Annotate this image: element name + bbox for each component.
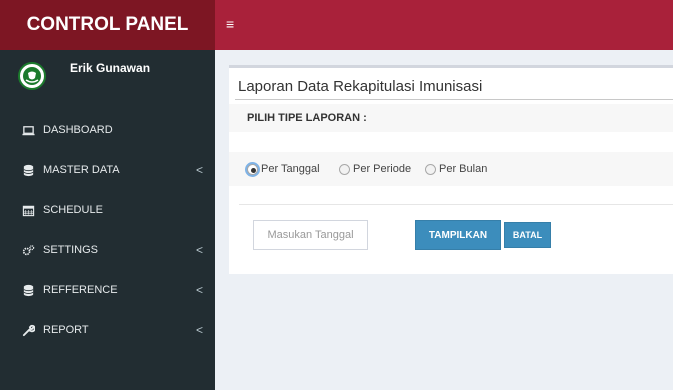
sidebar-item-settings[interactable]: SETTINGS < [0, 230, 215, 270]
chevron-left-icon: < [196, 323, 204, 337]
sidebar-item-schedule[interactable]: SCHEDULE [0, 190, 215, 230]
top-navbar: ≡ [215, 0, 673, 50]
radio-button[interactable] [247, 163, 258, 175]
tampilkan-button[interactable]: TAMPILKAN [415, 220, 501, 250]
sidebar-item-report[interactable]: REPORT < [0, 310, 215, 350]
hamburger-icon[interactable]: ≡ [226, 17, 234, 31]
batal-button[interactable]: BATAL [504, 222, 551, 248]
sidebar-item-label: SETTINGS [43, 244, 99, 256]
radio-button[interactable] [339, 163, 350, 175]
sidebar: Erik Gunawan DASHBOARD MASTER DATA < SCH… [0, 50, 215, 390]
brand-logo[interactable]: CONTROL PANEL [0, 0, 215, 50]
radio-label: Per Bulan [439, 163, 488, 175]
radio-label: Per Periode [353, 163, 412, 175]
sidebar-item-label: REFFERENCE [43, 284, 118, 296]
sidebar-item-refference[interactable]: REFFERENCE < [0, 270, 215, 310]
date-input[interactable]: Masukan Tanggal [253, 220, 368, 250]
database-icon [21, 283, 35, 297]
radio-per-tanggal[interactable]: Per Tanggal [247, 163, 320, 175]
health-logo-icon [23, 67, 41, 85]
avatar [18, 62, 46, 90]
radio-label: Per Tanggal [261, 163, 320, 175]
sidebar-item-master-data[interactable]: MASTER DATA < [0, 150, 215, 190]
report-type-heading: PILIH TIPE LAPORAN : [229, 104, 673, 132]
section-divider [239, 204, 673, 205]
radio-per-bulan[interactable]: Per Bulan [425, 163, 487, 175]
report-type-label: PILIH TIPE LAPORAN : [247, 112, 367, 124]
user-name: Erik Gunawan [70, 61, 151, 75]
sidebar-item-label: SCHEDULE [43, 204, 103, 216]
sidebar-item-label: DASHBOARD [43, 124, 113, 136]
page-title: Laporan Data Rekapitulasi Imunisasi [238, 78, 483, 95]
user-panel: Erik Gunawan [0, 50, 215, 110]
report-type-options: Per Tanggal Per Periode Per Bulan [229, 152, 673, 186]
sidebar-item-label: REPORT [43, 324, 89, 336]
sidebar-item-label: MASTER DATA [43, 164, 120, 176]
sidebar-item-dashboard[interactable]: DASHBOARD [0, 110, 215, 150]
laptop-icon [21, 123, 35, 137]
calendar-icon [21, 203, 35, 217]
report-box: Laporan Data Rekapitulasi Imunisasi PILI… [229, 65, 673, 274]
chevron-left-icon: < [196, 283, 204, 297]
database-icon [21, 163, 35, 177]
chevron-left-icon: < [196, 243, 204, 257]
radio-per-periode[interactable]: Per Periode [339, 163, 411, 175]
wrench-icon [21, 323, 35, 337]
cogs-icon [21, 243, 35, 257]
title-divider [235, 99, 673, 100]
chevron-left-icon: < [196, 163, 204, 177]
radio-button[interactable] [425, 163, 436, 175]
